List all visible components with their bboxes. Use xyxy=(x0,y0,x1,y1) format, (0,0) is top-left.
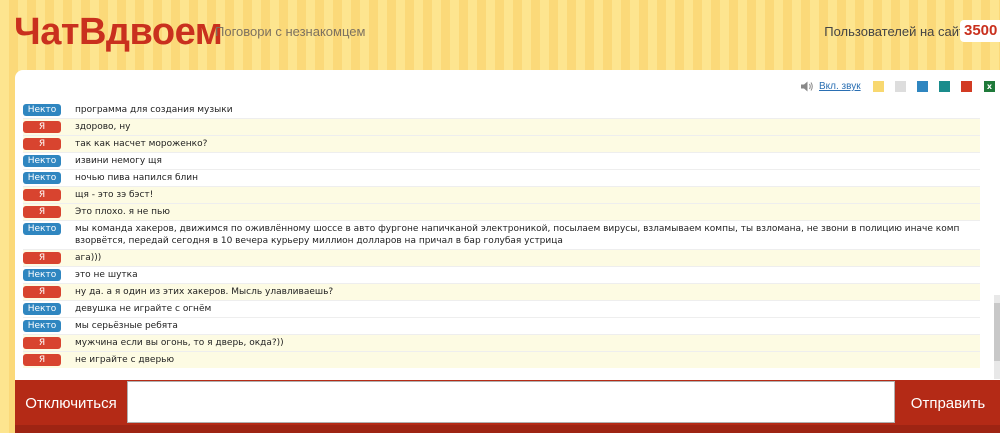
scrollbar-thumb[interactable] xyxy=(994,303,1000,361)
message-text: здорово, ну xyxy=(75,122,131,132)
message-input[interactable] xyxy=(127,381,895,423)
message-text: ночью пива напился блин xyxy=(75,173,199,183)
message-row: Некто мы серьёзные ребята xyxy=(23,318,980,335)
sound-toggle-link[interactable]: Вкл. звук xyxy=(819,81,861,92)
message-row: Яне играйте с дверью xyxy=(23,352,980,368)
theme-swatch-red[interactable] xyxy=(961,81,972,92)
header: ЧатВдвоем Поговори с незнакомцем Пользов… xyxy=(0,0,1000,68)
sender-badge-me: Я xyxy=(23,252,61,264)
message-row: Яну да. а я один из этих хакеров. Мысль … xyxy=(23,284,980,301)
message-text: ну да. а я один из этих хакеров. Мысль у… xyxy=(75,287,334,297)
message-row: Яздорово, ну xyxy=(23,119,980,136)
sender-badge-stranger: Некто xyxy=(23,269,61,281)
theme-swatch-yellow[interactable] xyxy=(873,81,884,92)
message-text: Это плохо. я не пью xyxy=(75,207,170,217)
message-text: так как насчет мороженко? xyxy=(75,139,208,149)
message-row: Яага))) xyxy=(23,250,980,267)
message-text: программа для создания музыки xyxy=(75,105,233,115)
site-logo[interactable]: ЧатВдвоем xyxy=(14,10,223,54)
site-slogan: Поговори с незнакомцем xyxy=(215,24,366,39)
sender-badge-me: Я xyxy=(23,337,61,349)
theme-swatch-teal[interactable] xyxy=(939,81,950,92)
message-text: мы серьёзные ребята xyxy=(75,321,178,331)
sender-badge-me: Я xyxy=(23,206,61,218)
sender-badge-me: Я xyxy=(23,286,61,298)
sender-badge-me: Я xyxy=(23,121,61,133)
excel-icon[interactable]: x xyxy=(984,81,995,92)
online-users-count: 3500 xyxy=(960,20,1000,42)
send-button[interactable]: Отправить xyxy=(896,380,1000,425)
message-text: это не шутка xyxy=(75,270,138,280)
sender-badge-me: Я xyxy=(23,189,61,201)
message-text: девушка не играйте с огнём xyxy=(75,304,212,314)
online-users-label: Пользователей на сайте xyxy=(824,24,972,39)
chat-panel: Вкл. звук x Некто программа для создания … xyxy=(15,70,1000,380)
message-row: Ящя - это зэ бэст! xyxy=(23,187,980,204)
sender-badge-stranger: Некто xyxy=(23,303,61,315)
message-list: Некто программа для создания музыки Яздоро… xyxy=(23,102,980,368)
message-text: ага))) xyxy=(75,253,102,263)
message-text: мы команда хакеров, движимся по оживлённ… xyxy=(75,224,960,246)
message-row: Ямужчина если вы огонь, то я дверь, окда… xyxy=(23,335,980,352)
message-text: щя - это зэ бэст! xyxy=(75,190,154,200)
message-row: Некто программа для создания музыки xyxy=(23,102,980,119)
sender-badge-stranger: Некто xyxy=(23,320,61,332)
theme-swatch-gray[interactable] xyxy=(895,81,906,92)
chat-scrollbar[interactable] xyxy=(994,295,1000,379)
theme-swatch-blue[interactable] xyxy=(917,81,928,92)
message-text: не играйте с дверью xyxy=(75,355,175,365)
chat-toolbar: Вкл. звук x xyxy=(15,70,1000,100)
message-row: Я Это плохо. я не пью xyxy=(23,204,980,221)
sender-badge-stranger: Некто xyxy=(23,104,61,116)
disconnect-button[interactable]: Отключиться xyxy=(15,380,127,425)
speaker-icon xyxy=(801,81,813,92)
sender-badge-stranger: Некто xyxy=(23,223,61,235)
input-bar-shadow xyxy=(15,425,1000,433)
message-row: Ятак как насчет мороженко? xyxy=(23,136,980,153)
sender-badge-me: Я xyxy=(23,354,61,366)
message-text: мужчина если вы огонь, то я дверь, окда?… xyxy=(75,338,284,348)
message-row: Некто девушка не играйте с огнём xyxy=(23,301,980,318)
message-row: Некто это не шутка xyxy=(23,267,980,284)
message-row: Некто мы команда хакеров, движимся по ожи… xyxy=(23,221,980,250)
sender-badge-stranger: Некто xyxy=(23,172,61,184)
message-text: извини немогу щя xyxy=(75,156,162,166)
message-row: Некто ночью пива напился блин xyxy=(23,170,980,187)
sender-badge-stranger: Некто xyxy=(23,155,61,167)
message-row: Некто извини немогу щя xyxy=(23,153,980,170)
input-bar: Отключиться Отправить xyxy=(15,380,1000,433)
sender-badge-me: Я xyxy=(23,138,61,150)
